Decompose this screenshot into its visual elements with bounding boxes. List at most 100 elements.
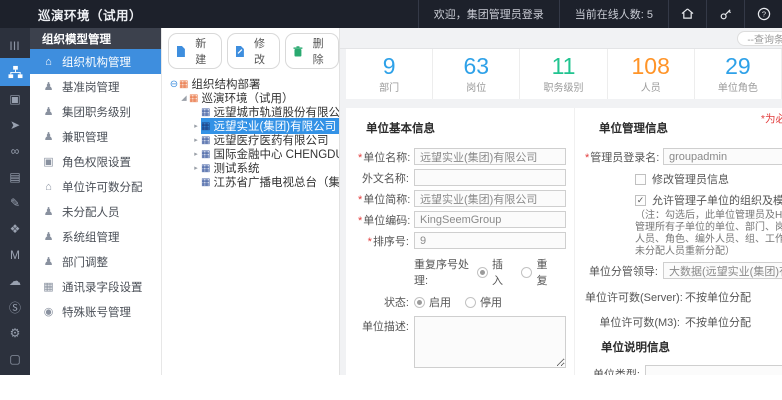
sidebar-item-part-time[interactable]: ♟ 兼职管理: [30, 124, 161, 149]
main-row: ||| ▣ ➤ ∞ ▤ ✎ ❖ M ☁ Ⓢ ⚙ ▢ 组织模型管理 ⌂ 组织机构管…: [0, 28, 782, 375]
foreign-name-field[interactable]: [414, 169, 566, 186]
tree-node-company-selected[interactable]: ▸ ▦远望实业(集团)有限公司: [167, 119, 339, 133]
tree-node-company[interactable]: ▸ ▦测试系统: [167, 161, 339, 175]
unit-code-field[interactable]: [414, 211, 566, 228]
radio-icon[interactable]: [477, 267, 488, 278]
sidebar-item-special-accounts[interactable]: ◉ 特殊账号管理: [30, 299, 161, 324]
checkbox-unchecked-icon[interactable]: [635, 174, 646, 185]
brush-icon[interactable]: ✎: [0, 190, 30, 216]
management-info-section: *为必 单位管理信息 *管理员登录名: 修改管理员信息 ✓ 允许管理子单位的组织…: [574, 108, 782, 375]
stat-card-unit-roles[interactable]: 29 单位角色: [695, 49, 782, 99]
stat-value: 108: [632, 54, 670, 78]
menu-columns-icon[interactable]: |||: [0, 32, 30, 58]
collapse-icon[interactable]: ⊖: [169, 79, 179, 90]
home-icon[interactable]: [668, 0, 706, 28]
sidebar-item-license-allocation[interactable]: ⌂ 单位许可数分配: [30, 174, 161, 199]
tree-node-company[interactable]: ▦江苏省广播电视总台（集团）: [167, 175, 339, 189]
tree-node-company[interactable]: ▸ ▦国际金融中心 CHENGDU IFS: [167, 147, 339, 161]
expand-icon[interactable]: ▸: [191, 136, 201, 144]
field-label: 单位许可数(Server):: [585, 289, 685, 305]
stat-card-job-levels[interactable]: 11 职务级别: [520, 49, 607, 99]
help-icon[interactable]: ?: [744, 0, 782, 28]
unit-leader-field[interactable]: [663, 262, 782, 279]
monitor-icon[interactable]: ▢: [0, 346, 30, 372]
new-button[interactable]: 新建: [168, 33, 222, 69]
stat-card-positions[interactable]: 63 岗位: [433, 49, 520, 99]
sidebar-item-org-management[interactable]: ⌂ 组织机构管理: [30, 49, 161, 74]
unit-code-row: *单位编码:: [358, 211, 566, 228]
unit-short-name-field[interactable]: [414, 190, 566, 207]
query-conditions-button[interactable]: --查询条件: [737, 31, 782, 46]
radio-icon[interactable]: [414, 297, 425, 308]
tree-node-root[interactable]: ⊖ ▦组织结构部署: [167, 77, 339, 91]
expand-icon[interactable]: ◢: [179, 94, 189, 102]
unit-name-field[interactable]: [414, 148, 566, 165]
expand-icon[interactable]: ▸: [191, 164, 201, 172]
app-window: 巡演环境（试用） 欢迎，集团管理员登录 当前在线人数: 5 ? ||| ▣ ➤ …: [0, 0, 782, 375]
duplicate-handling-row: 重复序号处理: 插入 重复: [414, 256, 566, 288]
topbar: 巡演环境（试用） 欢迎，集团管理员登录 当前在线人数: 5 ?: [0, 0, 782, 28]
delete-button[interactable]: 删除: [285, 33, 339, 69]
tree-node-company[interactable]: ▦远望城市轨道股份有限公司: [167, 105, 339, 119]
sidebar-item-system-groups[interactable]: ♟ 系统组管理: [30, 224, 161, 249]
edit-button[interactable]: 修改: [227, 33, 281, 69]
detail-panel: --查询条件 9 部门 63 岗位 11 职务级别 108 人员: [340, 28, 782, 375]
chat-bubble-icon[interactable]: ☁: [0, 268, 30, 294]
field-label: *单位简称:: [358, 191, 414, 207]
library-icon[interactable]: ▤: [0, 164, 30, 190]
tree-node-company[interactable]: ▸ ▦远望医疗医药有限公司: [167, 133, 339, 147]
sidebar-item-department-adjust[interactable]: ♟ 部门调整: [30, 249, 161, 274]
org-root-icon: ▦: [179, 79, 188, 90]
radio-option-disabled[interactable]: 停用: [465, 294, 502, 310]
allow-manage-sub-units-checkbox-row[interactable]: ✓ 允许管理子单位的组织及模型: [635, 192, 782, 208]
clover-icon[interactable]: ❖: [0, 216, 30, 242]
stat-card-departments[interactable]: 9 部门: [346, 49, 433, 99]
expand-icon[interactable]: ▸: [191, 122, 201, 130]
modify-admin-checkbox-row[interactable]: 修改管理员信息: [635, 171, 782, 187]
unit-form: 单位基本信息 *单位名称: 外文名称: *单位简称: *单位编码:: [346, 108, 782, 375]
license-m3-row: 单位许可数(M3): 不按单位分配: [585, 314, 782, 330]
env-icon: ▦: [189, 93, 198, 104]
stat-value: 11: [552, 54, 576, 78]
field-label: 外文名称:: [358, 170, 414, 186]
radio-icon[interactable]: [465, 297, 476, 308]
new-button-label: 新建: [190, 35, 212, 67]
link-icon[interactable]: ∞: [0, 138, 30, 164]
sidebar-item-job-levels[interactable]: ♟ 集团职务级别: [30, 99, 161, 124]
special-account-icon: ◉: [42, 305, 55, 318]
sidebar-header: 组织模型管理: [30, 28, 161, 49]
sidebar-item-label: 部门调整: [62, 254, 108, 270]
topbar-spacer: [142, 0, 418, 28]
unit-type-field[interactable]: [645, 365, 782, 375]
letter-m-icon[interactable]: M: [0, 242, 30, 268]
key-icon[interactable]: [706, 0, 744, 28]
sidebar-item-benchmark-post[interactable]: ♟ 基准岗管理: [30, 74, 161, 99]
stat-value: 29: [725, 54, 751, 78]
field-label: 单位类型:: [585, 366, 645, 376]
gear-icon[interactable]: ⚙: [0, 320, 30, 346]
radio-icon[interactable]: [521, 267, 532, 278]
sidebar-item-contact-fields[interactable]: ▦ 通讯录字段设置: [30, 274, 161, 299]
role-permission-icon: ▣: [42, 155, 55, 168]
system-group-icon: ♟: [42, 230, 55, 243]
stat-card-people[interactable]: 108 人员: [608, 49, 695, 99]
sidebar-item-label: 兼职管理: [62, 129, 108, 145]
send-icon[interactable]: ➤: [0, 112, 30, 138]
checkbox-checked-icon[interactable]: ✓: [635, 195, 646, 206]
org-structure-icon[interactable]: [0, 58, 30, 86]
admin-login-field[interactable]: [663, 148, 782, 165]
field-label: *排序号:: [358, 233, 414, 249]
radio-option-enabled[interactable]: 启用: [414, 294, 451, 310]
sort-number-field[interactable]: [414, 232, 566, 249]
gallery-icon[interactable]: ▣: [0, 86, 30, 112]
query-bar: --查询条件: [340, 28, 782, 49]
radio-option-duplicate[interactable]: 重复: [521, 256, 552, 288]
radio-option-insert[interactable]: 插入: [477, 256, 508, 288]
sidebar-item-role-permission[interactable]: ▣ 角色权限设置: [30, 149, 161, 174]
expand-icon[interactable]: ▸: [191, 150, 201, 158]
s-badge-icon[interactable]: Ⓢ: [0, 294, 30, 320]
sidebar-item-unassigned-people[interactable]: ♟ 未分配人员: [30, 199, 161, 224]
unit-description-field[interactable]: [414, 316, 566, 368]
tree-node-environment[interactable]: ◢ ▦巡演环境（试用）: [167, 91, 339, 105]
sidebar-item-label: 特殊账号管理: [62, 304, 131, 320]
